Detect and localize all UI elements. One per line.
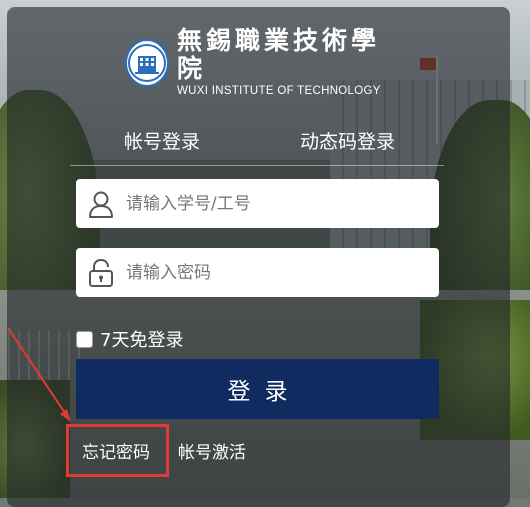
login-button[interactable]: 登录 bbox=[76, 359, 439, 419]
logo-text: 無錫職業技術學院 WUXI INSTITUTE OF TECHNOLOGY bbox=[177, 27, 385, 99]
annotation-highlight-box bbox=[66, 424, 169, 477]
tab-account-login[interactable]: 帐号登录 bbox=[124, 127, 200, 154]
username-field[interactable] bbox=[76, 179, 439, 228]
username-input[interactable] bbox=[124, 192, 428, 215]
tab-dynamic-code-login[interactable]: 动态码登录 bbox=[300, 127, 395, 154]
password-field[interactable] bbox=[76, 248, 439, 297]
school-logo: 無錫職業技術學院 WUXI INSTITUTE OF TECHNOLOGY bbox=[125, 27, 385, 97]
password-input[interactable] bbox=[124, 261, 428, 284]
remember-checkbox[interactable] bbox=[76, 330, 93, 348]
activate-account-link[interactable]: 帐号激活 bbox=[178, 438, 246, 463]
school-name-en: WUXI INSTITUTE OF TECHNOLOGY bbox=[177, 85, 381, 97]
school-name-cn: 無錫職業技術學院 bbox=[177, 26, 381, 83]
remember-me[interactable]: 7天免登录 bbox=[76, 326, 183, 352]
lock-icon bbox=[88, 258, 114, 288]
remember-label: 7天免登录 bbox=[100, 330, 184, 351]
login-tabs: 帐号登录 动态码登录 bbox=[70, 123, 444, 166]
school-emblem-icon bbox=[125, 39, 169, 87]
user-icon bbox=[88, 189, 114, 219]
